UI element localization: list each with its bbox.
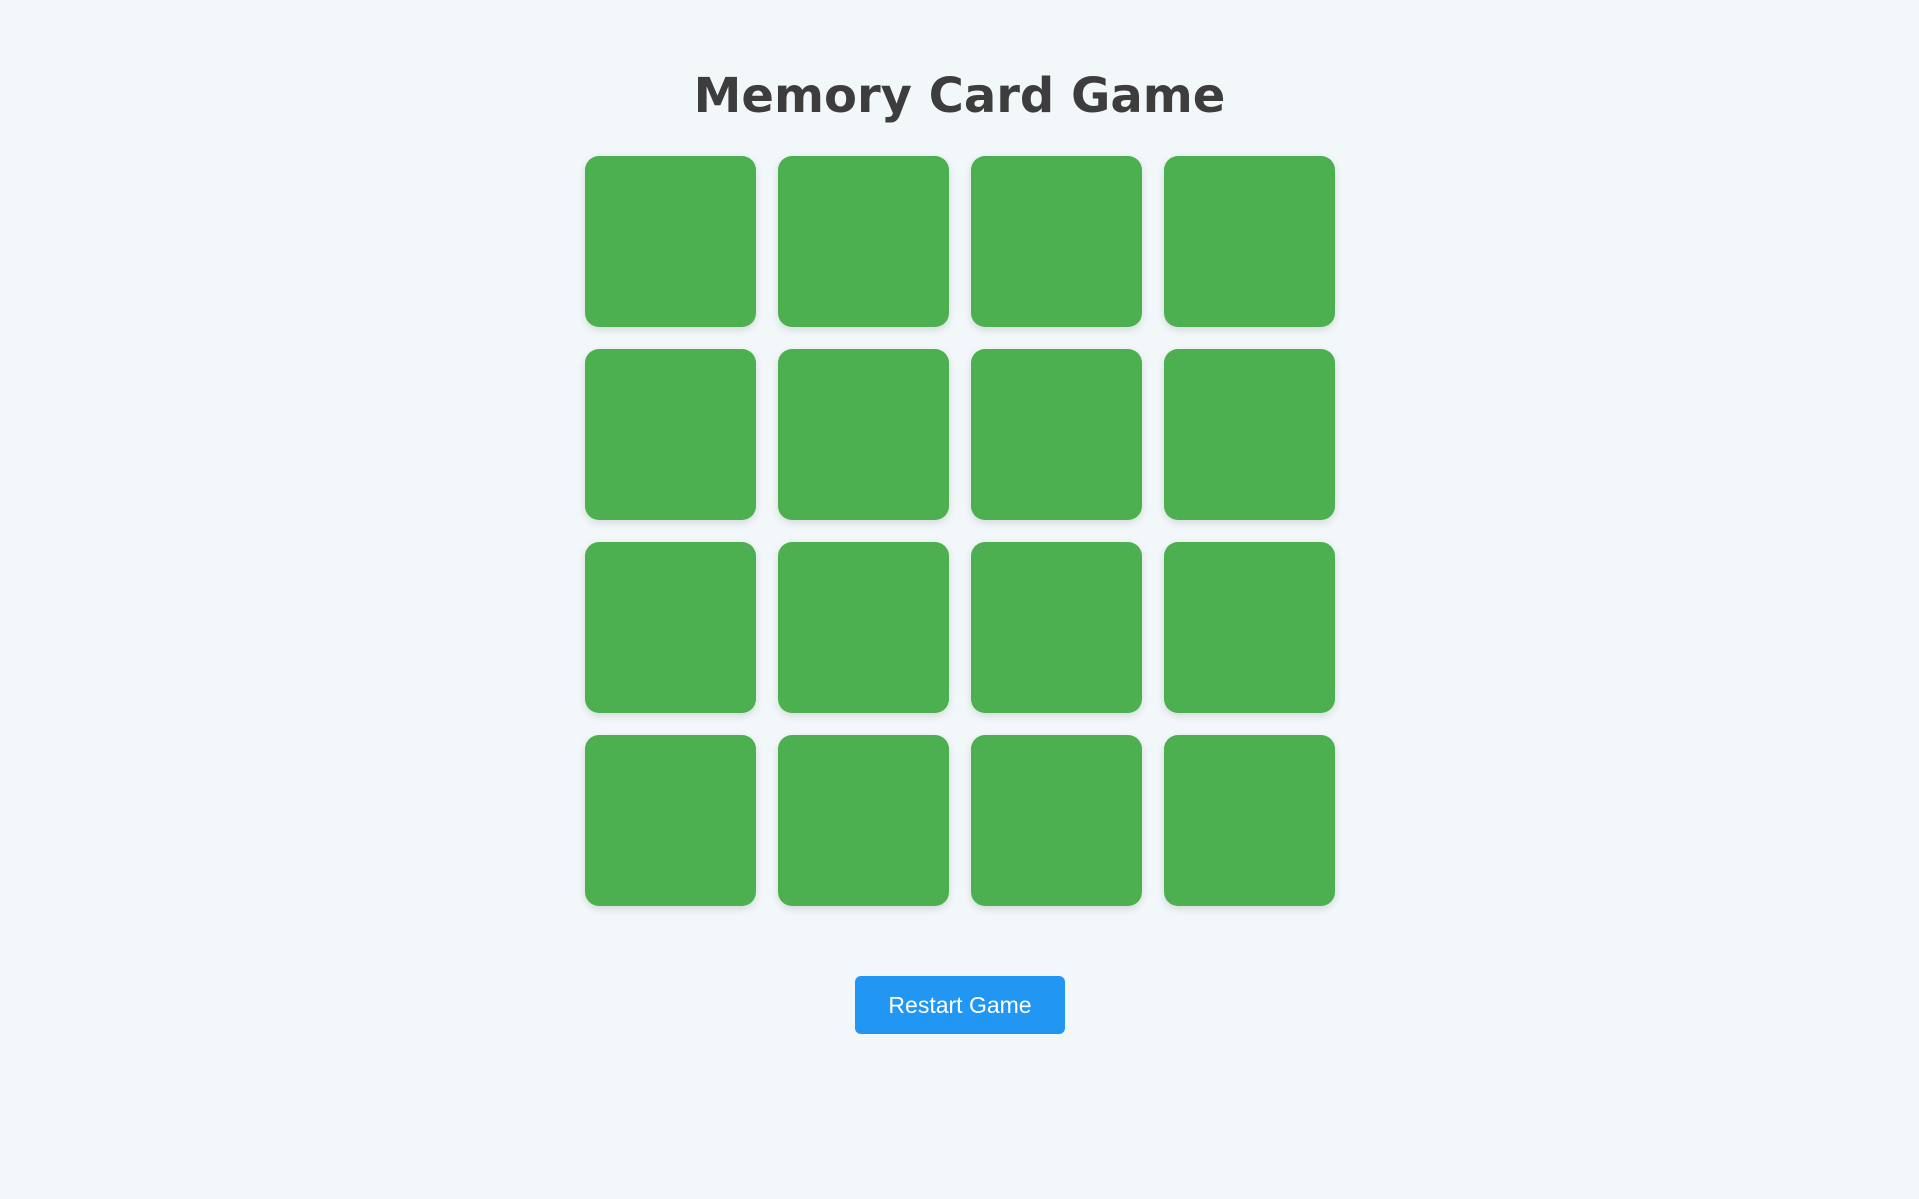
memory-card[interactable] (778, 349, 949, 520)
memory-card[interactable] (971, 542, 1142, 713)
memory-card[interactable] (778, 735, 949, 906)
memory-card[interactable] (1164, 349, 1335, 520)
page-title: Memory Card Game (693, 68, 1226, 124)
memory-card[interactable] (1164, 156, 1335, 327)
memory-card[interactable] (971, 156, 1142, 327)
memory-card[interactable] (1164, 735, 1335, 906)
memory-card[interactable] (585, 349, 756, 520)
game-page: Memory Card Game Restart Game (0, 0, 1919, 1199)
memory-card[interactable] (778, 156, 949, 327)
memory-card[interactable] (971, 349, 1142, 520)
card-grid (585, 156, 1335, 906)
memory-card[interactable] (971, 735, 1142, 906)
memory-card[interactable] (585, 542, 756, 713)
memory-card[interactable] (1164, 542, 1335, 713)
memory-card[interactable] (778, 542, 949, 713)
memory-card[interactable] (585, 156, 756, 327)
memory-card[interactable] (585, 735, 756, 906)
restart-game-button[interactable]: Restart Game (855, 976, 1065, 1034)
